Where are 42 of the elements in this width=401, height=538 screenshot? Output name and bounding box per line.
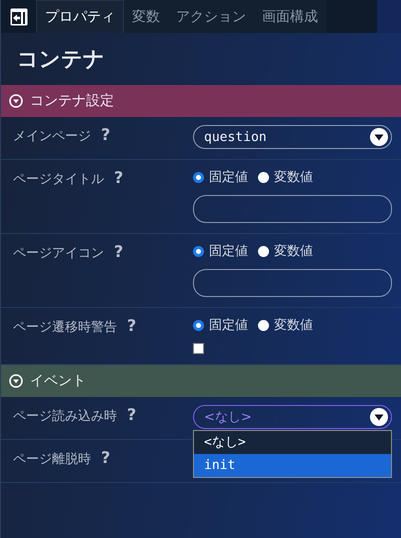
radio-button[interactable] (193, 320, 204, 330)
tab[interactable]: 変数 (124, 0, 168, 33)
text-field[interactable] (193, 195, 392, 223)
dropdown-option[interactable]: init (194, 454, 391, 477)
checkbox[interactable] (193, 343, 204, 354)
radio-label: 変数値 (274, 317, 313, 334)
radio-button[interactable] (258, 320, 269, 330)
help-icon[interactable]: ? (101, 450, 110, 466)
tab[interactable]: 画面構成 (254, 0, 326, 33)
collapse-icon (9, 94, 23, 108)
radio-label: 変数値 (274, 243, 313, 260)
radio-label: 固定値 (209, 243, 248, 260)
field-label: ページアイコン (13, 245, 104, 262)
tab[interactable]: アクション (168, 0, 254, 33)
radio-label: 変数値 (274, 169, 313, 186)
help-icon[interactable]: ? (114, 244, 124, 260)
help-icon[interactable]: ? (114, 170, 124, 186)
field-label: ページ遷移時警告 (13, 319, 117, 336)
radio-button[interactable] (193, 246, 204, 256)
tab[interactable]: プロパティ (36, 0, 124, 33)
dropdown-select[interactable]: <なし> (193, 405, 392, 429)
panel-title: コンテナ (16, 46, 106, 73)
section-header[interactable]: イベント (1, 365, 401, 397)
dropdown-select[interactable]: question (193, 125, 392, 149)
section-header[interactable]: コンテナ設定 (1, 85, 401, 117)
radio-button[interactable] (193, 172, 204, 182)
radio-button[interactable] (258, 246, 269, 256)
collapse-icon (9, 374, 23, 388)
radio-label: 固定値 (209, 317, 248, 334)
field-label: ページ読み込み時 (13, 408, 117, 425)
dropdown-option[interactable]: <なし> (194, 431, 391, 454)
section-title: コンテナ設定 (30, 92, 114, 110)
radio-label: 固定値 (209, 169, 248, 186)
field-label: ページ離脱時 (13, 451, 91, 468)
help-icon[interactable]: ? (101, 127, 110, 143)
radio-button[interactable] (258, 172, 269, 182)
section-title: イベント (30, 372, 86, 390)
help-icon[interactable]: ? (127, 318, 136, 334)
field-label: メインページ (13, 128, 91, 145)
field-label: ページタイトル (13, 171, 104, 188)
text-field[interactable] (193, 269, 392, 297)
help-icon[interactable]: ? (127, 407, 136, 423)
